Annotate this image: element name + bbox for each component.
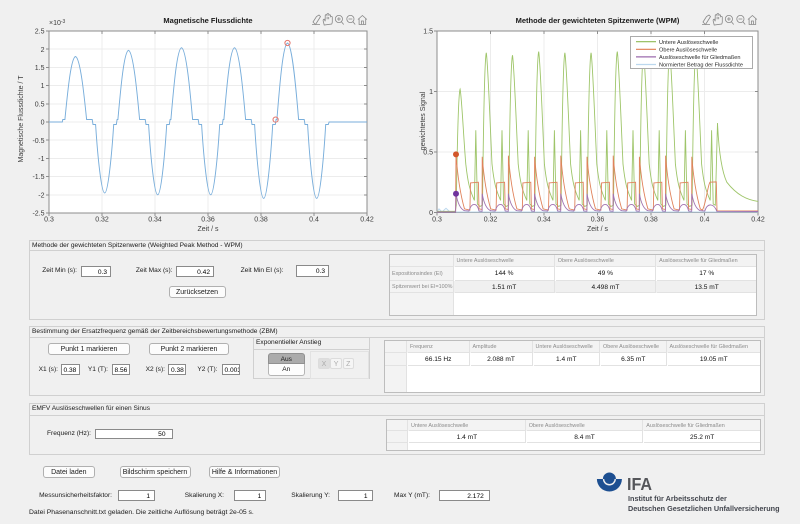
svg-text:Magnetische Flussdichte / T: Magnetische Flussdichte / T bbox=[18, 75, 25, 163]
svg-text:Auslöseschwelle für Gliedmaßen: Auslöseschwelle für Gliedmaßen bbox=[659, 55, 740, 61]
svg-text:0.3: 0.3 bbox=[44, 217, 54, 224]
svg-text:0.34: 0.34 bbox=[537, 217, 551, 224]
svg-text:0.34: 0.34 bbox=[148, 217, 162, 224]
svg-text:0.4: 0.4 bbox=[309, 217, 319, 224]
svg-text:0.42: 0.42 bbox=[751, 217, 765, 224]
svg-text:Normierter Betrag der Flussdic: Normierter Betrag der Flussdichte bbox=[659, 63, 743, 69]
svg-text:0.32: 0.32 bbox=[95, 217, 109, 224]
svg-text:2: 2 bbox=[41, 47, 45, 54]
svg-text:Zeit / s: Zeit / s bbox=[587, 226, 609, 233]
svg-text:Zeit / s: Zeit / s bbox=[197, 226, 219, 233]
svg-text:1: 1 bbox=[429, 89, 433, 96]
svg-text:gewichtetes Signal: gewichtetes Signal bbox=[420, 91, 427, 150]
svg-text:0.4: 0.4 bbox=[700, 217, 710, 224]
svg-text:-1: -1 bbox=[38, 156, 44, 163]
svg-text:0.38: 0.38 bbox=[644, 217, 658, 224]
svg-text:0.38: 0.38 bbox=[254, 217, 268, 224]
svg-text:Methode der gewichteten Spitze: Methode der gewichteten Spitzenwerte (WP… bbox=[516, 16, 680, 25]
svg-text:-1.5: -1.5 bbox=[32, 174, 44, 181]
svg-text:1.5: 1.5 bbox=[423, 29, 433, 36]
svg-text:1.5: 1.5 bbox=[35, 65, 45, 72]
svg-text:2.5: 2.5 bbox=[35, 29, 45, 36]
svg-text:0.3: 0.3 bbox=[432, 217, 442, 224]
svg-text:0.32: 0.32 bbox=[484, 217, 498, 224]
svg-text:0.5: 0.5 bbox=[35, 101, 45, 108]
svg-text:Untere Auslöseschwelle: Untere Auslöseschwelle bbox=[659, 40, 718, 46]
svg-text:0.36: 0.36 bbox=[591, 217, 605, 224]
svg-text:1: 1 bbox=[41, 83, 45, 90]
svg-text:-0.5: -0.5 bbox=[32, 138, 44, 145]
svg-text:-2: -2 bbox=[38, 192, 44, 199]
svg-text:0: 0 bbox=[41, 120, 45, 127]
svg-text:-2.5: -2.5 bbox=[32, 211, 44, 218]
svg-text:Obere Auslöseschwelle: Obere Auslöseschwelle bbox=[659, 48, 717, 54]
svg-text:0.36: 0.36 bbox=[201, 217, 215, 224]
svg-text:0: 0 bbox=[429, 210, 433, 217]
svg-text:×10-3: ×10-3 bbox=[49, 19, 66, 27]
svg-text:Magnetische Flussdichte: Magnetische Flussdichte bbox=[163, 16, 252, 25]
svg-text:0.42: 0.42 bbox=[360, 217, 374, 224]
